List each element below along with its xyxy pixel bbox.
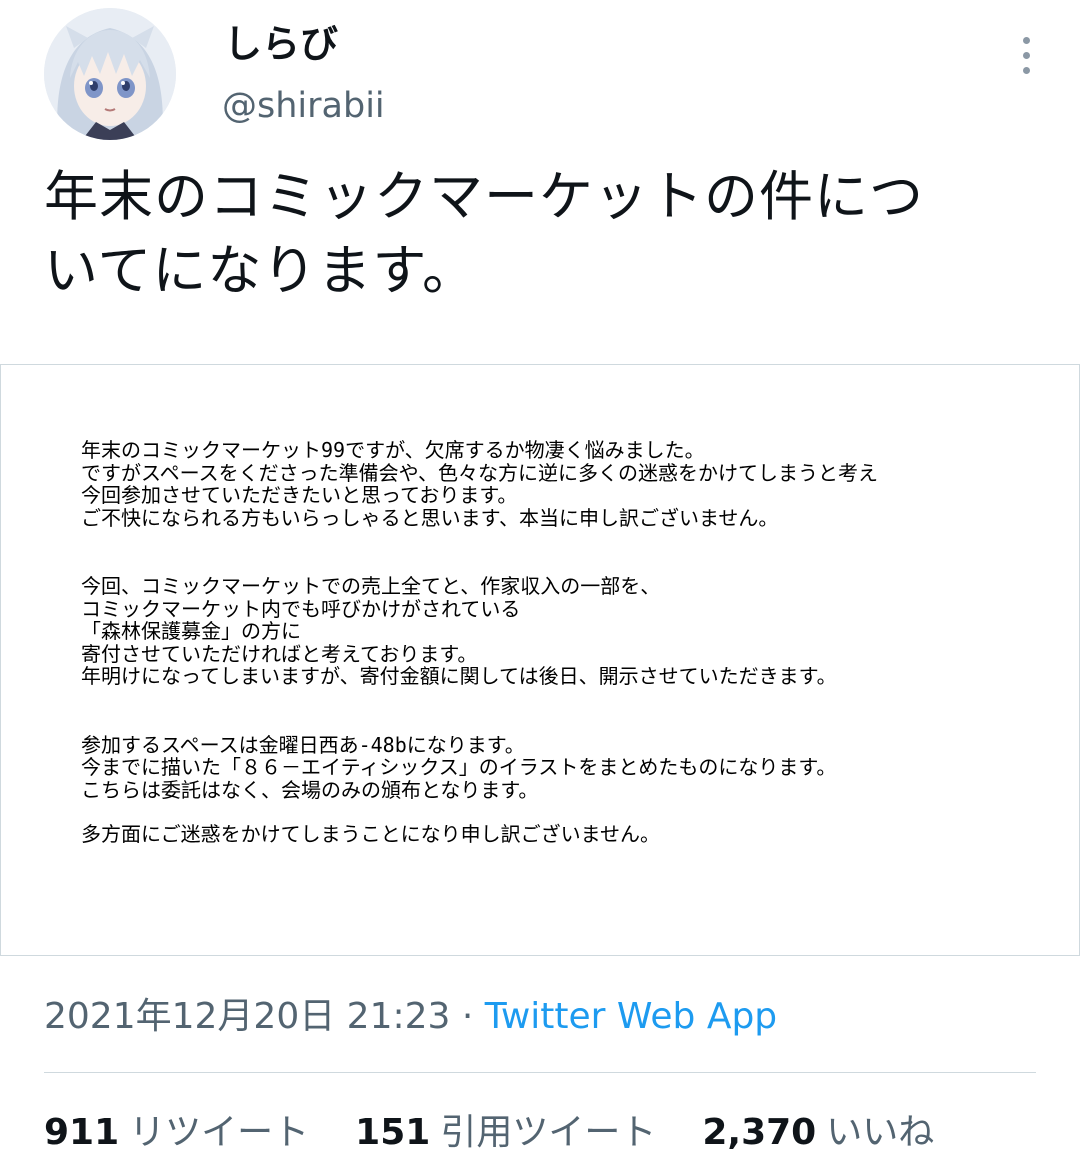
notice-line: ですがスペースをくださった準備会や、色々な方に逆に多くの迷惑をかけてしまうと考え: [81, 460, 878, 485]
divider: [44, 1072, 1036, 1073]
attached-image-notice[interactable]: 年末のコミックマーケット99ですが、欠席するか物凄く悩みました。 ですがスペース…: [0, 364, 1080, 956]
notice-text: 年末のコミックマーケット99ですが、欠席するか物凄く悩みました。 ですがスペース…: [81, 439, 1041, 846]
notice-paragraph: 多方面にご迷惑をかけてしまうことになり申し訳ございません。: [81, 823, 1041, 846]
like-count: 2,370: [702, 1112, 817, 1153]
tweet-text-line: 年末のコミックマーケットの件につ: [44, 165, 924, 228]
tweet-stats: 911 リツイート 151 引用ツイート 2,370 いいね: [44, 1108, 934, 1158]
notice-line: 年明けになってしまいますが、寄付金額に関しては後日、開示させていただきます。: [81, 664, 837, 688]
notice-line: 今回、コミックマーケットでの売上全てと、作家収入の一部を、: [81, 574, 661, 598]
more-vertical-icon: [1022, 36, 1030, 74]
display-name[interactable]: しらび: [224, 18, 338, 70]
retweet-label: リツイート: [129, 1112, 310, 1153]
notice-line: 寄付させていただければと考えております。: [81, 641, 478, 666]
retweet-count: 911: [44, 1112, 120, 1153]
likes-stat[interactable]: 2,370 いいね: [702, 1108, 934, 1158]
notice-paragraph: 年末のコミックマーケット99ですが、欠席するか物凄く悩みました。 ですがスペース…: [81, 439, 1041, 529]
quotes-stat[interactable]: 151 引用ツイート: [355, 1108, 656, 1158]
tweet-text-line: いてになります。: [44, 239, 477, 302]
tweet-meta: 2021年12月20日 21:23 · Twitter Web App: [44, 992, 777, 1042]
source-link[interactable]: Twitter Web App: [485, 996, 777, 1037]
like-label: いいね: [826, 1112, 935, 1153]
notice-paragraph: 参加するスペースは金曜日西あ-48bになります。 今までに描いた「８６－エイティ…: [81, 732, 1041, 802]
quote-count: 151: [355, 1112, 431, 1153]
avatar-illustration: [44, 8, 176, 140]
tweet-text: 年末のコミックマーケットの件につ いてになります。: [44, 160, 1034, 308]
meta-separator: ·: [461, 996, 474, 1037]
notice-line: こちらは委託はなく、会場のみの頒布となります。: [81, 777, 539, 802]
notice-line: 多方面にご迷惑をかけてしまうことになり申し訳ございません。: [81, 822, 660, 846]
more-options-button[interactable]: [1006, 30, 1046, 80]
notice-line: ご不快になられる方もいらっしゃると思います、本当に申し訳ございません。: [81, 505, 779, 530]
quote-label: 引用ツイート: [440, 1112, 657, 1153]
notice-line: 参加するスペースは金曜日西あ-48bになります。: [81, 732, 525, 757]
retweets-stat[interactable]: 911 リツイート: [44, 1108, 309, 1158]
timestamp[interactable]: 2021年12月20日 21:23: [44, 996, 450, 1037]
notice-line: 年末のコミックマーケット99ですが、欠席するか物凄く悩みました。: [81, 438, 705, 462]
notice-line: 今回参加させていただきたいと思っております。: [81, 483, 518, 507]
avatar[interactable]: [44, 8, 176, 140]
notice-line: コミックマーケット内でも呼びかけがされている: [81, 596, 521, 621]
notice-paragraph: 今回、コミックマーケットでの売上全てと、作家収入の一部を、 コミックマーケット内…: [81, 575, 1041, 688]
notice-line: 「森林保護募金」の方に: [81, 619, 301, 643]
notice-line: 今までに描いた「８６－エイティシックス」のイラストをまとめたものになります。: [81, 755, 837, 779]
user-handle[interactable]: @shirabii: [222, 82, 385, 130]
